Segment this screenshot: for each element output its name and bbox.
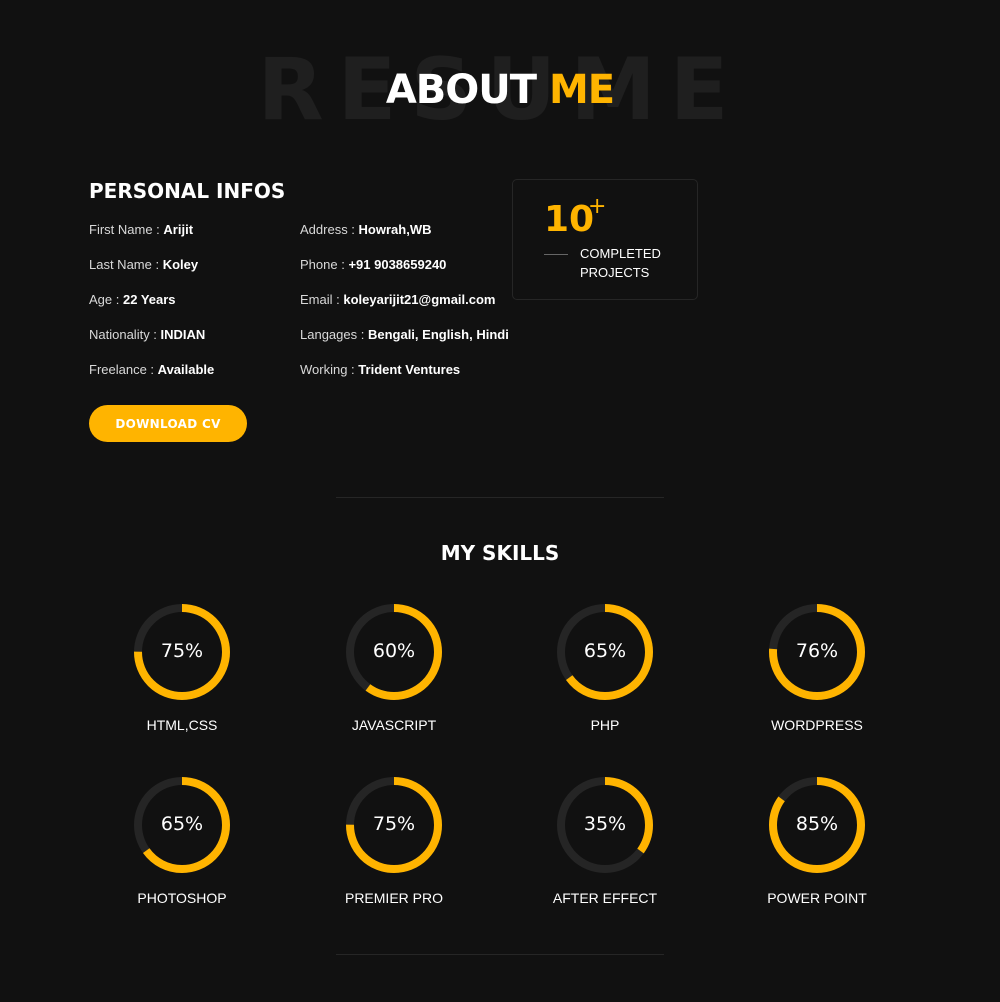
- skill-percent: 75%: [160, 640, 204, 662]
- info-value: INDIAN: [160, 327, 206, 342]
- skill-name: PHOTOSHOP: [137, 890, 227, 906]
- stat-label-line2: PROJECTS: [580, 265, 650, 280]
- info-item-email: Email : koleyarijit21@gmail.com: [300, 292, 509, 327]
- skill-name: JAVASCRIPT: [351, 717, 437, 733]
- section-divider-top: [336, 497, 664, 498]
- info-item-nationality: Nationality : INDIAN: [89, 327, 214, 362]
- skill-item-photoshop: 65% PHOTOSHOP: [82, 777, 282, 917]
- skill-item-php: 65% PHP: [505, 604, 705, 744]
- skill-name: HTML,CSS: [146, 717, 218, 733]
- info-label: First Name :: [89, 222, 160, 237]
- stat-number: 10: [544, 199, 595, 240]
- download-cv-button[interactable]: DOWNLOAD CV: [89, 405, 247, 442]
- info-item-first-name: First Name : Arijit: [89, 222, 214, 257]
- skill-percent: 75%: [372, 813, 416, 835]
- info-value: Available: [157, 362, 215, 377]
- info-item-working: Working : Trident Ventures: [300, 362, 509, 397]
- skill-name: PREMIER PRO: [344, 890, 443, 906]
- skill-name: POWER POINT: [767, 890, 867, 906]
- skill-item-after-effect: 35% AFTER EFFECT: [505, 777, 705, 917]
- section-divider-bottom: [336, 954, 664, 955]
- info-label: Age :: [89, 292, 120, 307]
- info-value: Howrah,WB: [358, 222, 432, 237]
- info-value: Koley: [162, 257, 199, 272]
- info-value: Arijit: [163, 222, 194, 237]
- info-item-last-name: Last Name : Koley: [89, 257, 214, 292]
- skill-item-premier-pro: 75% PREMIER PRO: [294, 777, 494, 917]
- info-value: koleyarijit21@gmail.com: [343, 292, 496, 307]
- personal-info-list-left: First Name : Arijit Last Name : Koley Ag…: [89, 222, 214, 397]
- stat-label-line1: COMPLETED: [580, 246, 661, 261]
- stat-label: COMPLETED PROJECTS: [580, 244, 690, 282]
- info-label: Email :: [300, 292, 340, 307]
- info-label: Freelance :: [89, 362, 155, 377]
- skill-percent: 65%: [583, 640, 627, 662]
- info-label: Nationality :: [89, 327, 157, 342]
- skill-item-javascript: 60% JAVASCRIPT: [294, 604, 494, 744]
- completed-projects-stat: 10 + COMPLETED PROJECTS: [512, 179, 698, 300]
- about-section: RESUME ABOUT ME PERSONAL INFOS First Nam…: [0, 0, 1000, 1002]
- info-label: Phone :: [300, 257, 345, 272]
- info-value: Trident Ventures: [358, 362, 461, 377]
- skill-item-wordpress: 76% WORDPRESS: [717, 604, 917, 744]
- info-item-freelance: Freelance : Available: [89, 362, 214, 397]
- info-item-languages: Langages : Bengali, English, Hindi: [300, 327, 509, 362]
- info-label: Langages :: [300, 327, 365, 342]
- title-white-part: ABOUT: [385, 67, 537, 113]
- title-accent-part: ME: [549, 67, 615, 113]
- info-label: Address :: [300, 222, 355, 237]
- skill-item-html-css: 75% HTML,CSS: [82, 604, 282, 744]
- info-item-phone: Phone : +91 9038659240: [300, 257, 509, 292]
- skill-percent: 65%: [160, 813, 204, 835]
- stat-dash-line: [544, 254, 568, 255]
- skills-title: MY SKILLS: [440, 541, 560, 565]
- info-item-age: Age : 22 Years: [89, 292, 214, 327]
- info-label: Working :: [300, 362, 355, 377]
- skill-percent: 85%: [795, 813, 839, 835]
- skill-name: AFTER EFFECT: [552, 890, 658, 906]
- info-label: Last Name :: [89, 257, 160, 272]
- info-value: 22 Years: [122, 292, 176, 307]
- skill-percent: 60%: [372, 640, 416, 662]
- info-value: Bengali, English, Hindi: [367, 327, 509, 342]
- personal-info-list-right: Address : Howrah,WB Phone : +91 90386592…: [300, 222, 509, 397]
- skill-item-power-point: 85% POWER POINT: [717, 777, 917, 917]
- stat-plus-sign: +: [588, 194, 607, 219]
- info-item-address: Address : Howrah,WB: [300, 222, 509, 257]
- personal-infos-title: PERSONAL INFOS: [89, 179, 286, 203]
- skill-percent: 76%: [795, 640, 839, 662]
- skill-name: PHP: [590, 717, 620, 733]
- skill-percent: 35%: [583, 813, 627, 835]
- page-title: ABOUT ME: [0, 66, 1000, 114]
- info-value: +91 9038659240: [348, 257, 447, 272]
- section-heading: RESUME ABOUT ME: [0, 40, 1000, 150]
- skill-name: WORDPRESS: [771, 717, 863, 733]
